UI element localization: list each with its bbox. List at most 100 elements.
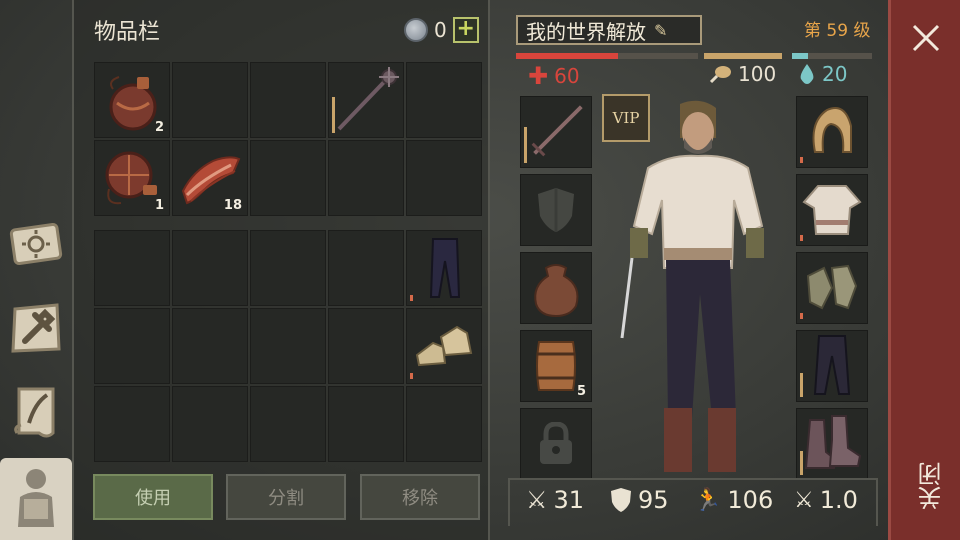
inventory-slot[interactable] bbox=[250, 230, 326, 306]
defense-value: 95 bbox=[638, 486, 669, 514]
body-slot[interactable] bbox=[796, 174, 868, 246]
crafting-icon[interactable] bbox=[4, 296, 68, 360]
inventory-slot[interactable] bbox=[328, 230, 404, 306]
durability-bar bbox=[410, 295, 413, 301]
hunger-stat: 100 bbox=[708, 62, 776, 86]
left-nav bbox=[0, 0, 72, 540]
thirst-value: 20 bbox=[822, 62, 848, 86]
inventory-slot[interactable] bbox=[250, 140, 326, 216]
sack-icon bbox=[534, 264, 579, 318]
thirst-bar-fill bbox=[792, 53, 808, 59]
trousers-icon bbox=[813, 335, 851, 395]
shield-stat-icon bbox=[611, 488, 631, 512]
attack-speed-value: 1.0 bbox=[819, 486, 858, 514]
health-bar bbox=[516, 53, 698, 59]
health-value: 60 bbox=[554, 64, 580, 88]
feet-slot[interactable] bbox=[796, 408, 868, 480]
inventory-slot[interactable] bbox=[250, 386, 326, 462]
attack-speed-stat: ⚔ 1.0 bbox=[794, 486, 858, 514]
attack-icon: ⚔ bbox=[526, 486, 548, 514]
inventory-slot[interactable]: 2 bbox=[94, 62, 170, 138]
shirt-icon bbox=[802, 185, 862, 235]
trousers-icon bbox=[429, 238, 461, 298]
thirst-stat: 20 bbox=[798, 62, 847, 86]
inventory-slot[interactable] bbox=[406, 62, 482, 138]
inventory-slot[interactable] bbox=[406, 230, 482, 306]
speed-value: 106 bbox=[727, 486, 774, 514]
attack-stat: ⚔ 31 bbox=[526, 486, 584, 514]
health-bar-fill bbox=[516, 53, 618, 59]
hands-slot[interactable] bbox=[796, 252, 868, 324]
shield-slot[interactable] bbox=[520, 174, 592, 246]
edit-name-icon[interactable]: ✎ bbox=[654, 21, 667, 40]
durability-bar bbox=[800, 235, 803, 241]
slot-count: 1 bbox=[154, 198, 164, 213]
character-icon[interactable] bbox=[4, 466, 68, 530]
inventory-slot[interactable] bbox=[172, 62, 248, 138]
legs-slot[interactable] bbox=[796, 330, 868, 402]
head-slot[interactable] bbox=[796, 96, 868, 168]
inventory-slot[interactable] bbox=[250, 62, 326, 138]
shoes-icon bbox=[415, 325, 473, 367]
character-name[interactable]: 我的世界解放 ✎ bbox=[516, 15, 702, 45]
quests-icon[interactable] bbox=[4, 380, 68, 444]
inventory-slot[interactable] bbox=[328, 140, 404, 216]
coin-icon bbox=[404, 18, 428, 42]
locked-slot[interactable] bbox=[520, 408, 592, 480]
close-label[interactable]: 关闭 bbox=[914, 462, 946, 510]
shield-icon bbox=[538, 188, 574, 232]
health-stat: ✚ 60 bbox=[528, 62, 580, 90]
inventory-slot[interactable]: 18 bbox=[172, 140, 248, 216]
coin-value: 0 bbox=[434, 18, 447, 42]
inventory-slot[interactable] bbox=[328, 62, 404, 138]
hunger-bar bbox=[704, 53, 782, 59]
character-model bbox=[620, 100, 764, 472]
durability-bar bbox=[410, 373, 413, 379]
durability-bar bbox=[332, 97, 335, 133]
bag-slot[interactable] bbox=[520, 252, 592, 324]
defense-stat: 95 bbox=[610, 486, 669, 514]
slot-count: 5 bbox=[576, 384, 586, 399]
inventory-slot[interactable] bbox=[172, 386, 248, 462]
inventory-slot[interactable] bbox=[172, 308, 248, 384]
weapon-slot[interactable] bbox=[520, 96, 592, 168]
inventory-slot[interactable] bbox=[406, 308, 482, 384]
remove-button[interactable]: 移除 bbox=[360, 474, 480, 520]
use-button[interactable]: 使用 bbox=[93, 474, 213, 520]
thirst-bar bbox=[792, 53, 872, 59]
hood-icon bbox=[812, 107, 852, 153]
barrel-icon bbox=[536, 341, 576, 391]
character-name-text: 我的世界解放 bbox=[526, 19, 646, 44]
inventory-slot[interactable] bbox=[94, 230, 170, 306]
coin-counter: 0 + bbox=[404, 16, 479, 44]
inventory-slot[interactable] bbox=[94, 386, 170, 462]
slot-count: 2 bbox=[154, 120, 164, 135]
close-panel[interactable] bbox=[888, 0, 960, 540]
inventory-slot[interactable] bbox=[406, 386, 482, 462]
running-icon: 🏃 bbox=[694, 487, 722, 513]
inventory-slot[interactable] bbox=[172, 230, 248, 306]
attack-speed-icon: ⚔ bbox=[794, 487, 814, 513]
lock-icon bbox=[540, 422, 572, 464]
attack-value: 31 bbox=[553, 486, 585, 514]
durability-bar bbox=[800, 373, 803, 397]
durability-bar bbox=[800, 313, 803, 319]
slot-count: 18 bbox=[223, 198, 242, 213]
split-button[interactable]: 分割 bbox=[226, 474, 346, 520]
speed-stat: 🏃 106 bbox=[694, 486, 773, 514]
health-icon: ✚ bbox=[528, 62, 549, 90]
journal-icon[interactable] bbox=[4, 212, 68, 276]
container-slot[interactable]: 5 bbox=[520, 330, 592, 402]
inventory-slot[interactable] bbox=[406, 140, 482, 216]
hunger-value: 100 bbox=[738, 62, 777, 86]
boots-icon bbox=[804, 415, 862, 469]
add-coins-button[interactable]: + bbox=[452, 17, 479, 43]
inventory-slot[interactable]: 1 bbox=[94, 140, 170, 216]
inventory-slot[interactable] bbox=[328, 308, 404, 384]
close-icon[interactable] bbox=[906, 18, 946, 58]
inventory-slot[interactable] bbox=[328, 386, 404, 462]
durability-bar bbox=[524, 127, 527, 163]
inventory-slot[interactable] bbox=[250, 308, 326, 384]
inventory-slot[interactable] bbox=[94, 308, 170, 384]
sword-icon bbox=[531, 105, 583, 157]
